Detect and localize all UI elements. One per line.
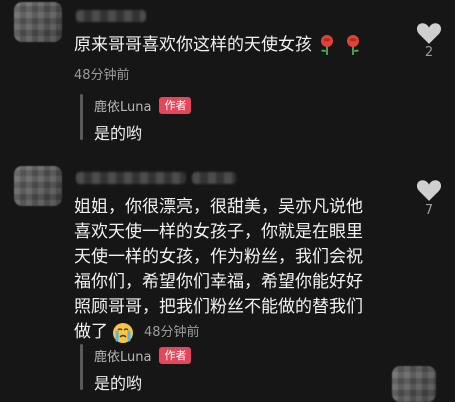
- reply-text: 是的哟: [94, 374, 143, 393]
- reply-author[interactable]: 鹿依Luna: [94, 346, 151, 365]
- rose-icon: [321, 35, 334, 55]
- crying-face-icon: [113, 322, 133, 343]
- reply-header: 鹿依Luna 作者: [94, 346, 192, 365]
- comment-timestamp: 48分钟前: [144, 325, 200, 340]
- reply-indicator: [80, 94, 83, 140]
- like-count: 7: [424, 203, 434, 218]
- comment-line: 姐姐，你很漂亮，很甜美，吴亦凡说他: [74, 197, 363, 217]
- next-commenter-avatar[interactable]: [392, 366, 436, 402]
- commenter-avatar[interactable]: [14, 2, 62, 42]
- commenter-name-blurred[interactable]: [76, 10, 146, 22]
- comment-line: 福你们，希望你们幸福，希望你能好好: [74, 272, 363, 292]
- like-heart-icon[interactable]: [416, 178, 442, 202]
- comment-text: 姐姐，你很漂亮，很甜美，吴亦凡说他 喜欢天使一样的女孩子，你就是在眼里 天使一样…: [74, 195, 363, 345]
- comment-timestamp: 48分钟前: [74, 68, 130, 83]
- like-count: 2: [424, 45, 434, 60]
- comment-text: 原来哥哥喜欢你这样的天使女孩: [74, 33, 363, 58]
- reply-text: 是的哟: [94, 124, 143, 143]
- like-heart-icon[interactable]: [416, 21, 442, 45]
- comment-line: 照顾哥哥，把我们粉丝不能做的替我们: [74, 297, 363, 317]
- commenter-name-blurred[interactable]: [192, 172, 236, 184]
- commenter-avatar[interactable]: [14, 166, 62, 206]
- commenter-name-blurred[interactable]: [76, 172, 186, 184]
- reply-author[interactable]: 鹿依Luna: [94, 96, 151, 115]
- author-badge: 作者: [159, 347, 192, 364]
- comment-last-line: 做了 48分钟前: [74, 320, 363, 345]
- author-badge: 作者: [159, 97, 192, 114]
- comment-line: 天使一样的女孩，作为粉丝，我们会祝: [74, 247, 363, 267]
- rose-icon: [346, 35, 359, 55]
- reply-header: 鹿依Luna 作者: [94, 96, 192, 115]
- reply-indicator: [80, 344, 83, 390]
- comment-line: 喜欢天使一样的女孩子，你就是在眼里: [74, 222, 363, 242]
